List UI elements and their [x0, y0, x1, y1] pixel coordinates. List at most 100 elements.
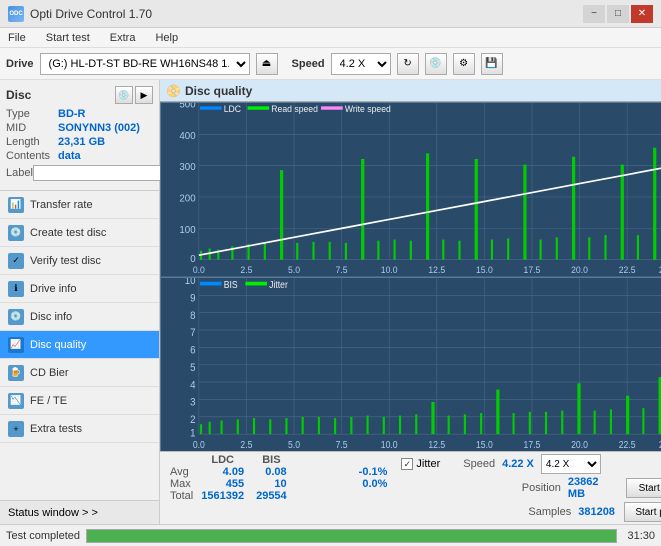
disc-quality-title: Disc quality: [185, 84, 252, 98]
svg-text:BIS: BIS: [224, 279, 238, 290]
svg-text:5: 5: [190, 362, 196, 374]
svg-text:7: 7: [190, 327, 196, 339]
disc-icon-btn-1[interactable]: 💿: [115, 86, 133, 104]
jitter-speed-section: ✓ Jitter Speed 4.22 X 4.2 X Position 238…: [401, 454, 661, 522]
ldc-chart: 500 400 300 200 100 0 18X 16X 14X 12X 10…: [161, 103, 661, 277]
save-button[interactable]: 💾: [481, 53, 503, 75]
stats-max-row: Max 455 10 0.0%: [164, 478, 393, 490]
svg-text:5.0: 5.0: [288, 439, 300, 450]
svg-text:5.0: 5.0: [288, 265, 300, 275]
svg-text:0.0: 0.0: [193, 439, 205, 450]
start-full-button[interactable]: Start full: [626, 478, 661, 498]
nav-extra-tests[interactable]: + Extra tests: [0, 415, 159, 443]
samples-value: 381208: [578, 506, 615, 518]
stats-avg-row: Avg 4.09 0.08 -0.1%: [164, 466, 393, 478]
toolbar: Drive (G:) HL-DT-ST BD-RE WH16NS48 1.D3 …: [0, 48, 661, 80]
bis-chart-svg: 10 9 8 7 6 5 4 3 2 1 10% 8% 6% 4% 2%: [161, 278, 661, 452]
minimize-button[interactable]: −: [583, 5, 605, 23]
speed-value: 4.22 X: [502, 458, 534, 470]
svg-text:Write speed: Write speed: [345, 104, 391, 114]
nav-items: 📊 Transfer rate 💿 Create test disc ✓ Ver…: [0, 191, 159, 500]
eject-button[interactable]: ⏏: [256, 53, 278, 75]
svg-text:400: 400: [179, 131, 196, 142]
status-window-button[interactable]: Status window > >: [0, 500, 159, 524]
svg-text:LDC: LDC: [224, 104, 242, 114]
nav-fe-te[interactable]: 📉 FE / TE: [0, 387, 159, 415]
nav-drive-info[interactable]: ℹ Drive info: [0, 275, 159, 303]
status-bar: Test completed 31:30: [0, 524, 661, 546]
svg-text:20.0: 20.0: [571, 439, 588, 450]
maximize-button[interactable]: □: [607, 5, 629, 23]
drive-select[interactable]: (G:) HL-DT-ST BD-RE WH16NS48 1.D3: [40, 53, 250, 75]
disc-quality-header-icon: 📀: [166, 84, 181, 98]
max-ldc: 455: [195, 478, 250, 490]
disc-type-value: BD-R: [58, 108, 86, 120]
max-bis: 10: [250, 478, 293, 490]
svg-text:300: 300: [179, 162, 196, 173]
speed-select-stats[interactable]: 4.2 X: [541, 454, 601, 474]
disc-contents-label: Contents: [6, 150, 58, 162]
menu-start-test[interactable]: Start test: [42, 32, 94, 44]
sidebar: Disc 💿 ▶ Type BD-R MID SONYNN3 (002) Len…: [0, 80, 160, 524]
settings-button[interactable]: ⚙: [453, 53, 475, 75]
total-label: Total: [164, 490, 195, 502]
svg-text:2.5: 2.5: [240, 439, 252, 450]
disc-label-input[interactable]: [33, 165, 171, 181]
disc-section: Disc 💿 ▶ Type BD-R MID SONYNN3 (002) Len…: [0, 80, 159, 191]
disc-label-row: Label 🔍: [6, 164, 153, 182]
cd-bier-icon: 🍺: [8, 365, 24, 381]
avg-bis: 0.08: [250, 466, 293, 478]
avg-jitter: -0.1%: [353, 466, 394, 478]
nav-transfer-rate[interactable]: 📊 Transfer rate: [0, 191, 159, 219]
max-label: Max: [164, 478, 195, 490]
svg-text:22.5: 22.5: [619, 265, 636, 275]
close-button[interactable]: ✕: [631, 5, 653, 23]
charts-container: 500 400 300 200 100 0 18X 16X 14X 12X 10…: [160, 102, 661, 451]
disc-icon-btn-2[interactable]: ▶: [135, 86, 153, 104]
svg-text:100: 100: [179, 225, 196, 236]
status-time: 31:30: [627, 530, 655, 542]
disc-mid-value: SONYNN3 (002): [58, 122, 140, 134]
stats-total-row: Total 1561392 29554: [164, 490, 393, 502]
menu-file[interactable]: File: [4, 32, 30, 44]
svg-text:17.5: 17.5: [524, 265, 541, 275]
svg-text:20.0: 20.0: [571, 265, 588, 275]
disc-contents-row: Contents data: [6, 150, 153, 162]
nav-cd-bier[interactable]: 🍺 CD Bier: [0, 359, 159, 387]
create-test-disc-icon: 💿: [8, 225, 24, 241]
status-window-label: Status window > >: [8, 507, 98, 519]
svg-text:17.5: 17.5: [524, 439, 541, 450]
disc-contents-value: data: [58, 150, 81, 162]
disc-length-row: Length 23,31 GB: [6, 136, 153, 148]
jitter-row: ✓ Jitter Speed 4.22 X 4.2 X: [401, 454, 661, 474]
speed-select[interactable]: 4.2 X: [331, 53, 391, 75]
nav-disc-info[interactable]: 💿 Disc info: [0, 303, 159, 331]
svg-text:500: 500: [179, 103, 196, 111]
stats-bar: LDC BIS Avg 4.09 0.08 -0.1%: [160, 451, 661, 524]
start-part-button[interactable]: Start part: [624, 502, 661, 522]
app-icon: ODC: [8, 6, 24, 22]
bis-chart: 10 9 8 7 6 5 4 3 2 1 10% 8% 6% 4% 2%: [161, 278, 661, 452]
refresh-button[interactable]: ↻: [397, 53, 419, 75]
svg-text:7.5: 7.5: [336, 439, 348, 450]
nav-verify-test-disc[interactable]: ✓ Verify test disc: [0, 247, 159, 275]
menu-help[interactable]: Help: [151, 32, 182, 44]
fe-te-icon: 📉: [8, 393, 24, 409]
nav-disc-quality[interactable]: 📈 Disc quality: [0, 331, 159, 359]
svg-text:3: 3: [190, 397, 196, 409]
svg-text:2.5: 2.5: [240, 265, 252, 275]
svg-text:9: 9: [190, 293, 196, 305]
svg-text:8: 8: [190, 310, 196, 322]
jitter-checkbox[interactable]: ✓: [401, 458, 413, 470]
nav-create-test-disc[interactable]: 💿 Create test disc: [0, 219, 159, 247]
svg-text:12.5: 12.5: [428, 439, 445, 450]
menu-extra[interactable]: Extra: [106, 32, 140, 44]
disc-quality-header: 📀 Disc quality: [160, 80, 661, 102]
svg-text:Jitter: Jitter: [269, 279, 288, 290]
svg-text:6: 6: [190, 345, 196, 357]
status-text: Test completed: [6, 530, 80, 542]
disc-button[interactable]: 💿: [425, 53, 447, 75]
progress-bar: [87, 530, 616, 542]
svg-text:0.0: 0.0: [193, 265, 205, 275]
content-area: 📀 Disc quality: [160, 80, 661, 524]
